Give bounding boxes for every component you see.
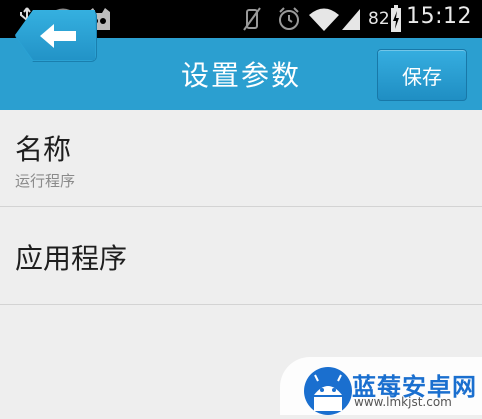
save-button[interactable]: 保存 bbox=[377, 49, 467, 101]
watermark-url: www.lmkjst.com bbox=[354, 395, 452, 409]
clock: 15:12 bbox=[406, 4, 472, 29]
wifi-icon bbox=[308, 0, 340, 38]
watermark: 蓝莓安卓网 www.lmkjst.com bbox=[280, 357, 482, 415]
signal-icon bbox=[340, 0, 362, 38]
settings-item-title: 应用程序 bbox=[15, 242, 128, 275]
settings-item-title: 名称 bbox=[15, 133, 72, 166]
battery-level: 82 bbox=[368, 9, 390, 29]
battery-charging-icon bbox=[389, 0, 403, 38]
settings-item-name[interactable]: 名称 运行程序 bbox=[0, 110, 482, 207]
settings-item-app[interactable]: 应用程序 bbox=[0, 207, 482, 305]
vibrate-icon bbox=[240, 0, 264, 38]
alarm-icon bbox=[276, 0, 302, 38]
settings-list: 名称 运行程序 应用程序 bbox=[0, 110, 482, 305]
settings-item-subtitle: 运行程序 bbox=[15, 172, 76, 190]
